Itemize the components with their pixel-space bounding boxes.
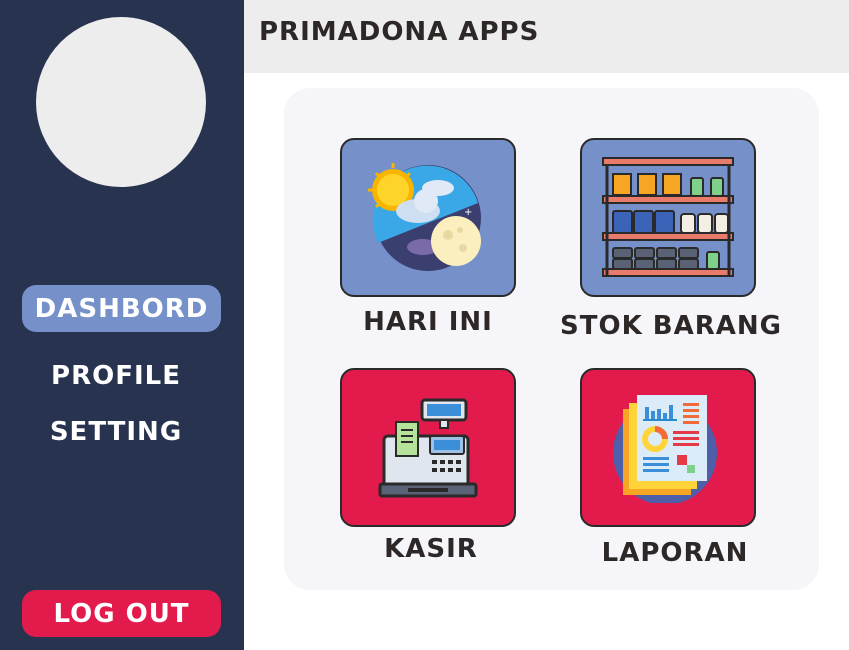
sidebar-item-dashbord[interactable]: DASHBORD <box>22 285 221 332</box>
report-icon <box>613 394 717 503</box>
day-night-icon: + <box>368 162 481 271</box>
tile-hari-ini[interactable]: + <box>340 138 516 297</box>
avatar[interactable] <box>36 17 206 187</box>
header: PRIMADONA APPS <box>244 0 849 73</box>
sidebar-item-label: SETTING <box>49 417 183 447</box>
sidebar-item-setting[interactable]: SETTING <box>22 412 210 452</box>
tile-label-stok-barang: STOK BARANG <box>560 311 782 341</box>
sidebar: DASHBORD PROFILE SETTING LOG OUT <box>0 0 244 650</box>
logout-label: LOG OUT <box>53 598 190 629</box>
tile-kasir[interactable] <box>340 368 516 527</box>
tile-label-hari-ini: HARI INI <box>363 307 493 337</box>
cash-register-icon <box>378 398 478 497</box>
tile-label-kasir: KASIR <box>384 534 478 564</box>
page-title: PRIMADONA APPS <box>259 17 540 47</box>
shelf-icon <box>602 156 734 277</box>
tile-label-laporan: LAPORAN <box>601 538 749 568</box>
sidebar-item-label: PROFILE <box>51 361 181 391</box>
sidebar-item-profile[interactable]: PROFILE <box>22 356 210 396</box>
logout-button[interactable]: LOG OUT <box>22 590 221 637</box>
sidebar-item-label: DASHBORD <box>34 293 209 324</box>
svg-text:+: + <box>464 207 472 218</box>
tile-laporan[interactable] <box>580 368 756 527</box>
tile-stok-barang[interactable] <box>580 138 756 297</box>
